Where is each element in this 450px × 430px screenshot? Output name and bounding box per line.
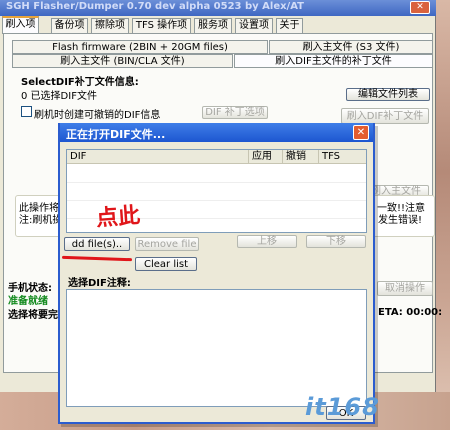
undo-dif-checkbox-label: 刷机时创建可撤销的DIF信息 <box>34 110 161 121</box>
add-files-button[interactable]: dd file(s).. <box>64 237 130 251</box>
dif-selected-status: 0 已选择DIF文件 <box>21 91 97 102</box>
edit-file-list-button[interactable]: 编辑文件列表 <box>346 88 430 101</box>
title-bar[interactable]: SGH Flasher/Dumper 0.70 dev alpha 0523 b… <box>0 0 436 16</box>
tab-tfs[interactable]: TFS 操作项 <box>132 18 191 33</box>
tab-about[interactable]: 关于 <box>276 18 303 33</box>
dialog-title-bar[interactable]: 正在打开DIF文件... ✕ <box>60 123 373 142</box>
window-close-button[interactable]: ✕ <box>410 1 430 14</box>
dif-notes-textarea[interactable] <box>66 289 367 407</box>
column-header-apply[interactable]: 应用 <box>249 150 283 164</box>
select-file-label: 选择将要完 <box>8 310 58 321</box>
subtab-main-file-bin[interactable]: 刷入主文件 (BIN/CLA 文件) <box>12 54 233 68</box>
column-header-tfs[interactable]: TFS <box>319 150 366 164</box>
dialog-title: 正在打开DIF文件... <box>66 128 166 141</box>
ready-status: 准备就绪 <box>8 296 48 307</box>
tab-backup[interactable]: 备份项 <box>51 18 88 33</box>
list-grid-line <box>67 182 366 183</box>
tab-settings[interactable]: 设置项 <box>235 18 273 33</box>
subtab-flash-firmware[interactable]: Flash firmware (2BIN + 20GM files) <box>12 40 268 54</box>
move-down-button[interactable]: 下移 <box>306 235 366 248</box>
dif-patch-options-button[interactable]: DIF 补丁选项 <box>202 106 268 119</box>
move-up-button[interactable]: 上移 <box>237 235 297 248</box>
remove-file-button[interactable]: Remove file <box>135 237 199 251</box>
column-header-dif[interactable]: DIF <box>67 150 249 164</box>
undo-dif-checkbox[interactable] <box>21 106 32 117</box>
annotation-underline <box>61 255 133 262</box>
dialog-close-button[interactable]: ✕ <box>353 125 369 140</box>
eta-label: ETA: 00:00: <box>378 307 443 318</box>
tab-flash[interactable]: 刷入项 <box>2 16 39 34</box>
dif-info-label: SelectDIF补丁文件信息: <box>21 77 139 88</box>
dif-notes-label: 选择DIF注释: <box>68 278 131 289</box>
cancel-operation-button[interactable]: 取消操作 <box>377 281 433 296</box>
tab-erase[interactable]: 擦除项 <box>91 18 129 33</box>
info-line-2: 注:刷机操 <box>19 215 63 226</box>
window-title: SGH Flasher/Dumper 0.70 dev alpha 0523 b… <box>6 1 304 12</box>
open-dif-dialog: 正在打开DIF文件... ✕ DIF 应用 撤销 TFS dd file(s).… <box>58 123 375 424</box>
tab-service[interactable]: 服务项 <box>194 18 232 33</box>
info-line-2-right: 发生错误! <box>378 215 423 226</box>
it168-watermark-logo: it168 <box>305 393 380 421</box>
clear-list-button[interactable]: Clear list <box>135 257 197 271</box>
flash-dif-patch-button[interactable]: 刷入DIF补丁文件 <box>341 108 429 124</box>
subtab-main-file-s3[interactable]: 刷入主文件 (S3 文件) <box>269 40 433 54</box>
red-handwritten-annotation: 点此 <box>95 202 142 232</box>
subtab-dif-patch[interactable]: 刷入DIF主文件的补丁文件 <box>234 54 433 68</box>
column-header-undo[interactable]: 撤销 <box>283 150 319 164</box>
